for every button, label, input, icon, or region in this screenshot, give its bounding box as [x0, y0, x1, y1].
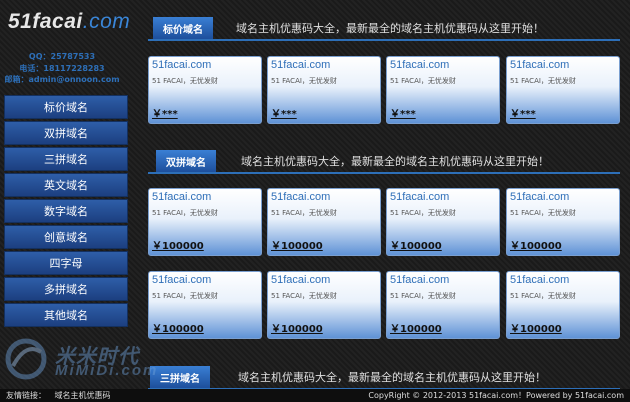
card-price: ￥100000: [510, 324, 562, 335]
domain-card[interactable]: 51facai.com 51 FACAI，无忧发财 ￥100000: [506, 271, 620, 339]
nav-item-four-letter[interactable]: 四字母: [4, 251, 128, 275]
card-domain[interactable]: 51facai.com: [510, 274, 569, 286]
domain-card[interactable]: 51facai.com 51 FACAI，无忧发财 ￥100000: [148, 271, 262, 339]
friend-link-item[interactable]: 域名主机优惠码: [55, 391, 111, 400]
domain-card[interactable]: 51facai.com 51 FACAI，无忧发财 ￥100000: [386, 271, 500, 339]
site-logo[interactable]: 51facai.com: [8, 10, 130, 34]
domain-card[interactable]: 51facai.com 51 FACAI，无忧发财 ￥***: [267, 56, 381, 124]
card-desc: 51 FACAI，无忧发财: [152, 209, 218, 217]
card-desc: 51 FACAI，无忧发财: [390, 209, 456, 217]
friend-links-label: 友情链接：: [6, 391, 46, 400]
nav-item-triple-pinyin[interactable]: 三拼域名: [4, 147, 128, 171]
nav-item-double-pinyin[interactable]: 双拼域名: [4, 121, 128, 145]
card-domain[interactable]: 51facai.com: [390, 274, 449, 286]
domain-card[interactable]: 51facai.com 51 FACAI，无忧发财 ￥100000: [267, 188, 381, 256]
card-domain[interactable]: 51facai.com: [510, 59, 569, 71]
section-tab-double-pinyin[interactable]: 双拼域名: [156, 150, 216, 172]
card-price: ￥***: [271, 109, 297, 120]
section-slogan: 域名主机优惠码大全，最新最全的域名主机优惠码从这里开始！: [236, 22, 544, 35]
card-domain[interactable]: 51facai.com: [390, 191, 449, 203]
section-slogan: 域名主机优惠码大全，最新最全的域名主机优惠码从这里开始！: [241, 155, 549, 168]
card-desc: 51 FACAI，无忧发财: [271, 209, 337, 217]
contact-email: 邮箱：admin@onnoon.com: [4, 75, 120, 84]
card-domain[interactable]: 51facai.com: [271, 59, 330, 71]
card-price: ￥100000: [510, 241, 562, 252]
site-watermark: 米米时代 MiMiDi.com: [3, 336, 178, 382]
card-desc: 51 FACAI，无忧发财: [152, 77, 218, 85]
card-price: ￥100000: [152, 324, 204, 335]
card-price: ￥100000: [152, 241, 204, 252]
watermark-text-en: MiMiDi.com: [55, 362, 159, 379]
domain-card[interactable]: 51facai.com 51 FACAI，无忧发财 ￥100000: [506, 188, 620, 256]
card-price: ￥***: [152, 109, 178, 120]
page-footer: 友情链接： 域名主机优惠码 CopyRight © 2012-2013 51fa…: [0, 389, 630, 402]
card-desc: 51 FACAI，无忧发财: [390, 77, 456, 85]
section-header-triple-pinyin: 三拼域名 域名主机优惠码大全，最新最全的域名主机优惠码从这里开始！: [148, 366, 620, 390]
section-header-priced: 标价域名 域名主机优惠码大全，最新最全的域名主机优惠码从这里开始！: [148, 17, 620, 41]
card-domain[interactable]: 51facai.com: [152, 274, 211, 286]
logo-main: 51facai: [8, 10, 83, 33]
domain-card[interactable]: 51facai.com 51 FACAI，无忧发财 ￥***: [148, 56, 262, 124]
card-desc: 51 FACAI，无忧发财: [510, 77, 576, 85]
domain-card[interactable]: 51facai.com 51 FACAI，无忧发财 ￥100000: [267, 271, 381, 339]
contact-qq: QQ：25787533: [28, 52, 96, 61]
nav-item-priced[interactable]: 标价域名: [4, 95, 128, 119]
card-desc: 51 FACAI，无忧发财: [152, 292, 218, 300]
card-domain[interactable]: 51facai.com: [271, 274, 330, 286]
card-domain[interactable]: 51facai.com: [271, 191, 330, 203]
card-price: ￥***: [510, 109, 536, 120]
card-price: ￥100000: [390, 241, 442, 252]
card-price: ￥100000: [390, 324, 442, 335]
card-desc: 51 FACAI，无忧发财: [390, 292, 456, 300]
section-tab-priced[interactable]: 标价域名: [153, 17, 213, 39]
domain-card[interactable]: 51facai.com 51 FACAI，无忧发财 ￥***: [506, 56, 620, 124]
card-price: ￥100000: [271, 324, 323, 335]
section-slogan: 域名主机优惠码大全，最新最全的域名主机优惠码从这里开始！: [238, 371, 546, 384]
domain-card[interactable]: 51facai.com 51 FACAI，无忧发财 ￥100000: [386, 188, 500, 256]
card-domain[interactable]: 51facai.com: [390, 59, 449, 71]
card-desc: 51 FACAI，无忧发财: [271, 77, 337, 85]
card-domain[interactable]: 51facai.com: [152, 191, 211, 203]
nav-item-creative[interactable]: 创意域名: [4, 225, 128, 249]
nav-item-english[interactable]: 英文域名: [4, 173, 128, 197]
card-price: ￥100000: [271, 241, 323, 252]
card-domain[interactable]: 51facai.com: [510, 191, 569, 203]
nav-item-multi-pinyin[interactable]: 多拼域名: [4, 277, 128, 301]
card-desc: 51 FACAI，无忧发财: [510, 292, 576, 300]
contact-phone: 电话：18117228283: [19, 64, 105, 73]
domain-card[interactable]: 51facai.com 51 FACAI，无忧发财 ￥***: [386, 56, 500, 124]
card-desc: 51 FACAI，无忧发财: [271, 292, 337, 300]
logo-suffix: .com: [82, 10, 131, 33]
nav-item-other[interactable]: 其他域名: [4, 303, 128, 327]
category-nav: 标价域名 双拼域名 三拼域名 英文域名 数字域名 创意域名 四字母 多拼域名 其…: [4, 95, 128, 329]
watermark-logo-icon: [5, 338, 47, 380]
friend-links: 友情链接： 域名主机优惠码: [6, 390, 111, 401]
section-header-double-pinyin: 双拼域名 域名主机优惠码大全，最新最全的域名主机优惠码从这里开始！: [148, 150, 620, 174]
card-domain[interactable]: 51facai.com: [152, 59, 211, 71]
copyright-text: CopyRight © 2012-2013 51facai.com！Powere…: [368, 391, 624, 400]
nav-item-numeric[interactable]: 数字域名: [4, 199, 128, 223]
domain-card[interactable]: 51facai.com 51 FACAI，无忧发财 ￥100000: [148, 188, 262, 256]
card-price: ￥***: [390, 109, 416, 120]
card-desc: 51 FACAI，无忧发财: [510, 209, 576, 217]
